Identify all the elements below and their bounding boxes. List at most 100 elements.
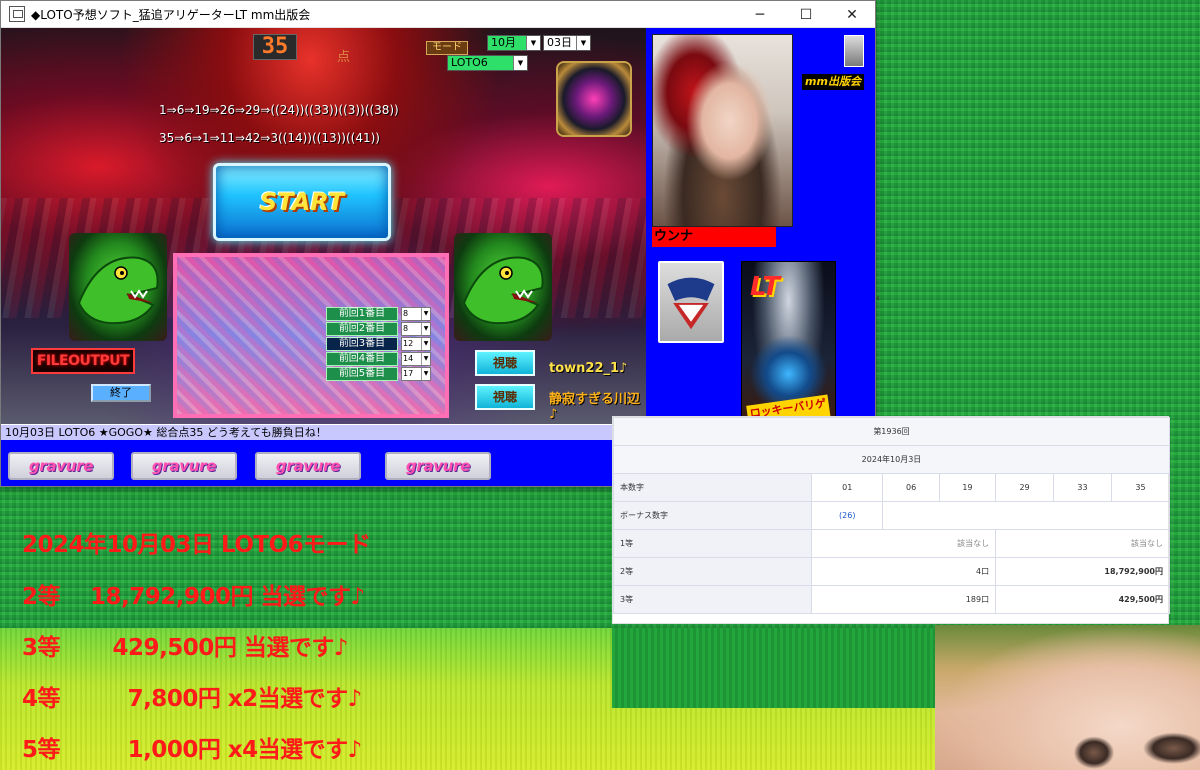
start-button-label: START xyxy=(259,188,345,216)
score-unit-label: 点 xyxy=(337,50,351,65)
previous-draw-label: 前回1番目 xyxy=(326,307,398,321)
main-number: 35 xyxy=(1110,473,1171,502)
view-button-2[interactable]: 視聴 xyxy=(475,384,535,410)
previous-draw-select[interactable]: 8 ▼ xyxy=(401,322,431,336)
chevron-down-icon: ▼ xyxy=(421,323,430,335)
file-output-button[interactable]: FILEOUTPUT xyxy=(31,348,135,374)
minimize-button[interactable]: ─ xyxy=(737,1,783,28)
winner-count: 189口 xyxy=(810,585,997,614)
month-select[interactable]: 10月 ▼ xyxy=(487,35,541,51)
start-button[interactable]: START xyxy=(213,163,391,241)
previous-draw-select[interactable]: 14 ▼ xyxy=(401,352,431,366)
main-number: 29 xyxy=(995,473,1055,502)
title-bar[interactable]: ◆LOTO予想ソフト_猛追アリゲーターLT mm出版会 ─ ☐ ✕ xyxy=(1,1,875,28)
gravure-button-4[interactable]: gravure xyxy=(385,452,491,480)
previous-draw-row-3: 前回3番目 12 ▼ xyxy=(326,337,431,351)
previous-draw-row-1: 前回1番目 8 ▼ xyxy=(326,307,431,321)
app-window: ◆LOTO予想ソフト_猛追アリゲーターLT mm出版会 ─ ☐ ✕ 35 点 モ… xyxy=(0,0,876,487)
previous-draw-label: 前回3番目 xyxy=(326,337,398,351)
previous-draw-label: 前回4番目 xyxy=(326,352,398,366)
prize-rank: 3等 xyxy=(613,585,812,614)
gravure-button-2[interactable]: gravure xyxy=(131,452,237,480)
chevron-down-icon: ▼ xyxy=(421,338,430,350)
emblem-icon xyxy=(556,61,632,137)
app-icon xyxy=(9,6,25,22)
winner-count: 4口 xyxy=(810,557,997,586)
winnings-line-5th: 5等 1,000円 x4当選です♪ xyxy=(22,737,362,763)
mode-label: モード xyxy=(426,41,468,55)
prediction-sequence-1: 1⇒6⇒19⇒26⇒29⇒((24))((33))((3))((38)) xyxy=(159,103,399,117)
logo-badge-icon[interactable] xyxy=(658,261,724,343)
table-row: 第1936回 xyxy=(613,417,1170,446)
prize-amount: 18,792,900円 xyxy=(995,557,1170,586)
month-select-value: 10月 xyxy=(491,36,516,49)
window-title: ◆LOTO予想ソフト_猛追アリゲーターLT mm出版会 xyxy=(31,7,311,22)
total-score-display: 35 xyxy=(253,34,297,60)
main-number: 19 xyxy=(938,473,997,502)
model-photo[interactable] xyxy=(652,34,793,227)
empty-cell xyxy=(882,501,1170,530)
status-bar: 10月03日 LOTO6 ★GOGO★ 総合点35 どう考えても勝負日ね！ xyxy=(1,424,646,440)
game-select[interactable]: LOTO6 ▼ xyxy=(447,55,528,71)
prize-rank: 1等 xyxy=(613,529,812,558)
winnings-header: 2024年10月03日 LOTO6モード xyxy=(22,532,371,558)
winnings-line-2nd: 2等 18,792,900円 当選です♪ xyxy=(22,584,365,610)
end-button[interactable]: 終了 xyxy=(91,384,151,402)
prize-amount: 429,500円 xyxy=(995,585,1170,614)
window-controls: ─ ☐ ✕ xyxy=(737,1,875,28)
table-row: 1等 該当なし 該当なし xyxy=(613,529,1170,558)
chevron-down-icon: ▼ xyxy=(421,368,430,380)
winnings-line-4th: 4等 7,800円 x2当選です♪ xyxy=(22,686,362,712)
previous-draw-select[interactable]: 8 ▼ xyxy=(401,307,431,321)
results-table-panel: 第1936回 2024年10月3日 本数字 01 06 19 29 33 35 … xyxy=(612,416,1171,624)
chevron-down-icon: ▼ xyxy=(576,36,590,50)
chevron-down-icon: ▼ xyxy=(526,36,540,50)
day-select[interactable]: 03日 ▼ xyxy=(543,35,591,51)
previous-draw-value: 8 xyxy=(403,309,409,318)
main-number: 06 xyxy=(882,473,940,502)
model-name: ウンナ xyxy=(652,227,776,247)
winner-count: 該当なし xyxy=(810,529,997,558)
previous-draw-value: 8 xyxy=(403,324,409,333)
previous-draw-row-2: 前回2番目 8 ▼ xyxy=(326,322,431,336)
gravure-button-1[interactable]: gravure xyxy=(8,452,114,480)
previous-draw-row-5: 前回5番目 17 ▼ xyxy=(326,367,431,381)
table-row: 2024年10月3日 xyxy=(613,445,1170,474)
crocodile-left-icon xyxy=(69,233,167,341)
chevron-down-icon: ▼ xyxy=(421,353,430,365)
previous-draw-label: 前回5番目 xyxy=(326,367,398,381)
close-button[interactable]: ✕ xyxy=(829,1,875,28)
bonus-number: (26) xyxy=(810,501,884,530)
prediction-sequence-2: 35⇒6⇒1⇒11⇒42⇒3((14))((13))((41)) xyxy=(159,131,380,145)
publisher-label: mm出版会 xyxy=(802,74,864,90)
game-select-value: LOTO6 xyxy=(451,56,488,69)
main-number: 01 xyxy=(810,473,884,502)
main-number: 33 xyxy=(1053,473,1112,502)
results-table: 第1936回 2024年10月3日 本数字 01 06 19 29 33 35 … xyxy=(613,417,1171,614)
round-number: 第1936回 xyxy=(613,417,1170,446)
background-green-patch xyxy=(612,628,935,708)
previous-draw-select[interactable]: 12 ▼ xyxy=(401,337,431,351)
mini-photo-thumbnail[interactable] xyxy=(844,35,864,67)
chevron-left-icon: ‹ xyxy=(876,293,880,304)
maximize-button[interactable]: ☐ xyxy=(783,1,829,28)
winnings-line-3rd: 3等 429,500円 当選です♪ xyxy=(22,635,349,661)
chevron-down-icon: ▼ xyxy=(513,56,527,70)
slot-stage: 35 点 モード 10月 ▼ 03日 ▼ LOTO6 ▼ 1⇒6⇒19⇒26⇒2… xyxy=(1,28,646,424)
table-row: ボーナス数字 (26) xyxy=(613,501,1170,530)
previous-draw-value: 14 xyxy=(403,354,414,363)
prize-rank: 2等 xyxy=(613,557,812,586)
gravure-button-3[interactable]: gravure xyxy=(255,452,361,480)
prize-amount: 該当なし xyxy=(995,529,1170,558)
previous-draw-select[interactable]: 17 ▼ xyxy=(401,367,431,381)
view-button-1[interactable]: 視聴 xyxy=(475,350,535,376)
track-title-1: town22_1♪ xyxy=(549,361,628,376)
bonus-number-label: ボーナス数字 xyxy=(613,501,812,530)
table-row: 2等 4口 18,792,900円 xyxy=(613,557,1170,586)
chevron-down-icon: ▼ xyxy=(421,308,430,320)
previous-draw-value: 17 xyxy=(403,369,414,378)
previous-draw-row-4: 前回4番目 14 ▼ xyxy=(326,352,431,366)
face-photo xyxy=(935,625,1200,770)
table-row: 本数字 01 06 19 29 33 35 xyxy=(613,473,1171,502)
previous-draw-value: 12 xyxy=(403,339,414,348)
